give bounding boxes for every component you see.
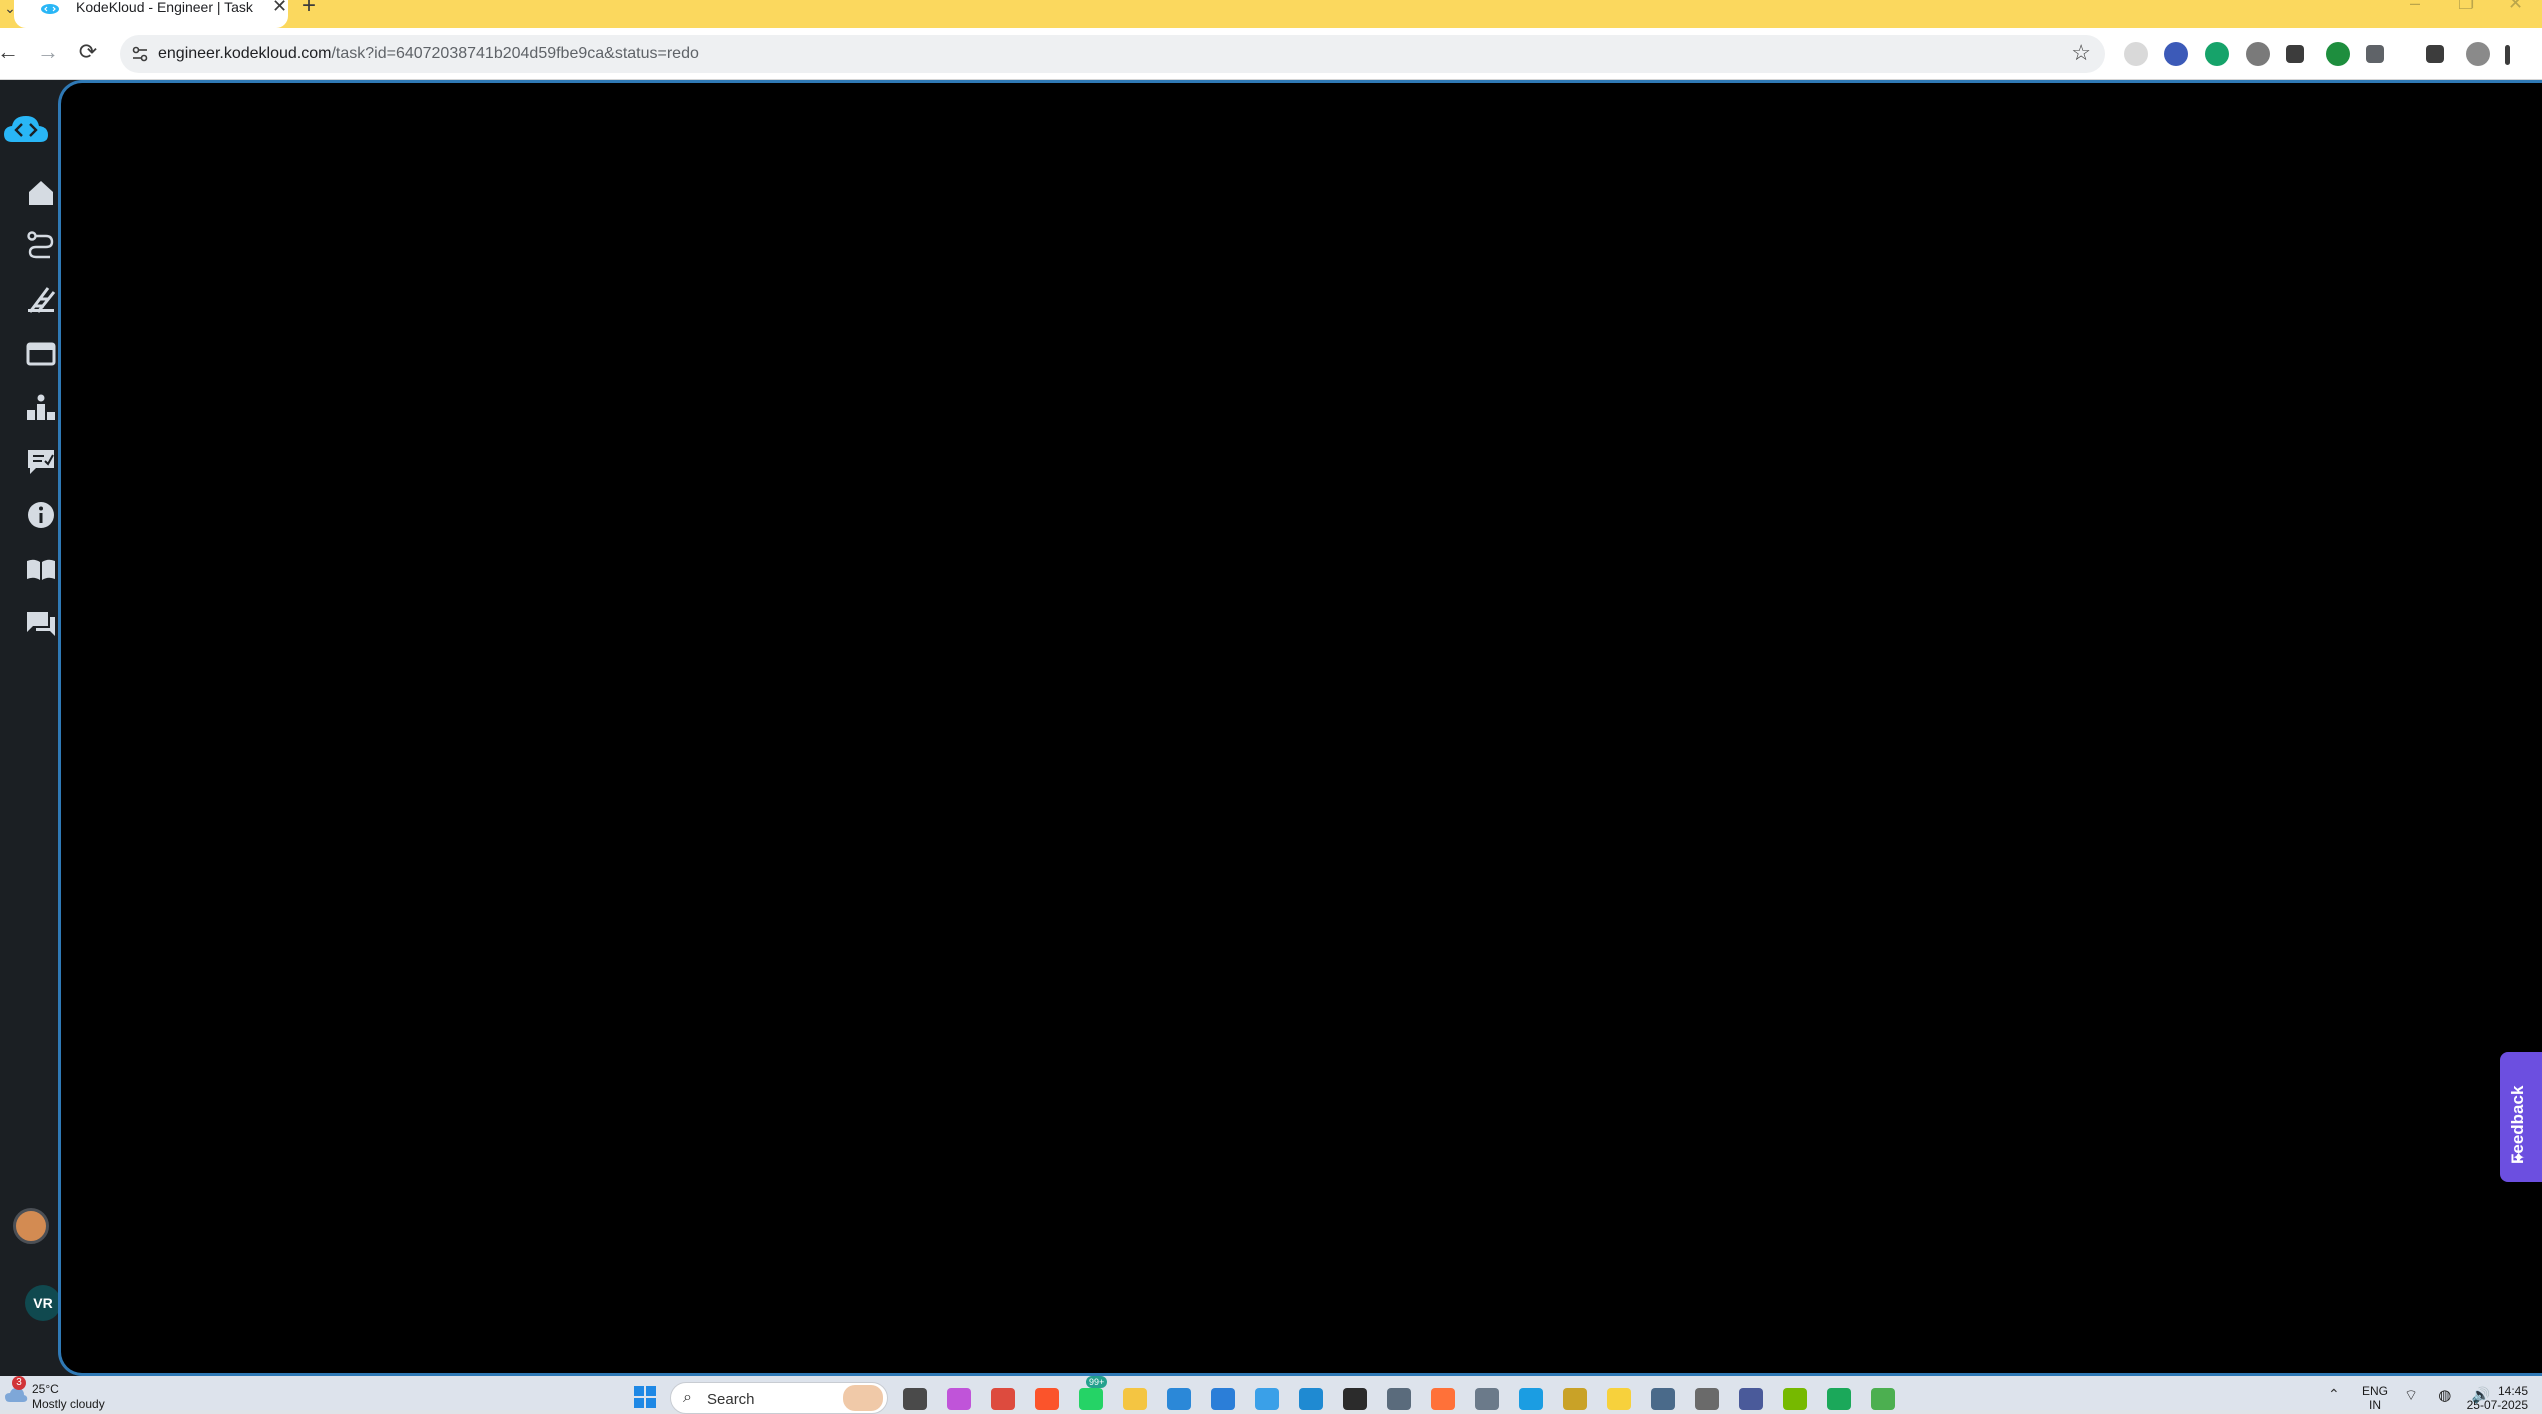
url-path: /task?id=64072038741b204d59fbe9ca&status… [331, 45, 699, 62]
tab-title: KodeKloud - Engineer | Task [76, 0, 253, 15]
sticky-notes-icon[interactable] [1607, 1388, 1631, 1410]
language-code: ENG [2362, 1384, 2389, 1398]
snipping-tool-icon[interactable] [1651, 1388, 1675, 1410]
task-view-icon[interactable] [903, 1388, 927, 1410]
notepad-icon[interactable] [1871, 1388, 1895, 1410]
kodekloud-favicon-icon [41, 4, 59, 14]
photos-icon[interactable] [1211, 1388, 1235, 1410]
office-icon[interactable] [1739, 1388, 1763, 1410]
firefox-icon[interactable] [1431, 1388, 1455, 1410]
chat-icon[interactable] [24, 606, 58, 640]
nvidia-icon[interactable] [1783, 1388, 1807, 1410]
brave-icon[interactable] [1035, 1388, 1059, 1410]
browser-tab-active[interactable]: KodeKloud - Engineer | Task ✕ [14, 0, 288, 28]
site-info-icon[interactable] [130, 44, 150, 64]
remote-desktop-icon[interactable] [1475, 1388, 1499, 1410]
window-close-icon[interactable]: ✕ [2508, 0, 2523, 12]
tab-close-icon[interactable]: ✕ [272, 0, 287, 15]
leaderboard-icon[interactable] [24, 390, 58, 424]
taskbar-search-placeholder: Search [707, 1391, 755, 1408]
windows-start-icon[interactable] [634, 1386, 656, 1408]
reload-icon[interactable]: ⟳ [72, 36, 104, 68]
docs-icon[interactable] [24, 552, 58, 586]
weather-description[interactable]: Mostly cloudy [32, 1397, 105, 1411]
profile-avatar-icon[interactable] [2466, 42, 2490, 66]
restore-icon[interactable]: ❐ [2458, 0, 2474, 12]
download-arrow-icon[interactable] [2326, 42, 2350, 66]
store-icon[interactable] [1167, 1388, 1191, 1410]
back-icon[interactable]: ← [0, 36, 24, 68]
calculator-icon[interactable] [1387, 1388, 1411, 1410]
app-sidebar: VR [0, 80, 61, 1376]
bookmark-star-icon[interactable]: ☆ [2071, 41, 2091, 65]
edge-icon[interactable] [1519, 1388, 1543, 1410]
user-initials-badge[interactable]: VR [25, 1285, 61, 1321]
avatar[interactable] [13, 1208, 49, 1244]
new-tab-button[interactable]: + [302, 0, 316, 18]
task-content-frame[interactable] [58, 80, 2542, 1376]
tray-overflow-chevron-icon[interactable]: ⌃ [2328, 1386, 2340, 1403]
grammarly-icon[interactable] [2205, 42, 2229, 66]
windows-taskbar: 3 25°C Mostly cloudy ⌕ Search 99+ ⌃ ENG … [0, 1376, 2542, 1414]
tasks-icon[interactable] [24, 444, 58, 478]
home-icon[interactable] [24, 176, 58, 210]
clock-app-icon[interactable] [1695, 1388, 1719, 1410]
copilot-icon[interactable] [947, 1388, 971, 1410]
browser-tab-strip: ⌄ KodeKloud - Engineer | Task ✕ + – ❐ ✕ [0, 0, 2542, 28]
chrome-icon[interactable] [991, 1388, 1015, 1410]
url-host: engineer.kodekloud.com [158, 45, 332, 62]
clock-time: 14:45 [2497, 1384, 2528, 1398]
weather-alert-badge: 3 [12, 1376, 26, 1390]
kodekloud-logo-icon[interactable] [2, 110, 50, 150]
download-box-icon[interactable] [2286, 45, 2304, 63]
minimize-icon[interactable]: – [2410, 0, 2420, 12]
path-icon[interactable] [24, 228, 58, 262]
forward-icon[interactable]: → [32, 36, 64, 68]
page-viewport: VR Feedback ✦ [0, 80, 2542, 1376]
feedback-button[interactable]: Feedback ✦ [2500, 1052, 2542, 1182]
globe-extension-icon[interactable] [2164, 42, 2188, 66]
language-indicator[interactable]: ENG IN [2362, 1384, 2388, 1412]
ladder-icon[interactable] [24, 282, 58, 316]
system-clock[interactable]: 14:45 25-07-2025 [2448, 1384, 2528, 1412]
taskbar-search-box[interactable]: ⌕ Search [670, 1382, 888, 1414]
vscode-icon[interactable] [1299, 1388, 1323, 1410]
pen-extension-icon[interactable] [2246, 42, 2270, 66]
spotify-like-icon[interactable] [1827, 1388, 1851, 1410]
sparkle-icon: ✦ [2512, 1150, 2526, 1167]
git-icon[interactable] [1563, 1388, 1587, 1410]
whatsapp-icon[interactable] [1079, 1388, 1103, 1410]
search-highlight-art [843, 1385, 883, 1411]
file-explorer-icon[interactable] [1123, 1388, 1147, 1410]
url-text[interactable]: engineer.kodekloud.com/task?id=640720387… [158, 45, 699, 63]
info-icon[interactable] [24, 498, 58, 532]
weather-temperature[interactable]: 25°C [32, 1382, 59, 1396]
whatsapp-unread-badge: 99+ [1086, 1376, 1108, 1388]
mail-icon[interactable] [1255, 1388, 1279, 1410]
address-bar[interactable]: engineer.kodekloud.com/task?id=640720387… [120, 35, 2105, 73]
browser-toolbar: ← → ⟳ engineer.kodekloud.com/task?id=640… [0, 28, 2542, 80]
kebab-menu-icon[interactable] [2505, 45, 2510, 65]
search-icon: ⌕ [683, 1389, 692, 1406]
terminal-icon[interactable] [1343, 1388, 1367, 1410]
loading-extension-icon[interactable] [2124, 42, 2148, 66]
puzzle-icon[interactable] [2366, 45, 2384, 63]
projects-icon[interactable] [24, 336, 58, 370]
media-queue-icon[interactable] [2426, 45, 2444, 63]
